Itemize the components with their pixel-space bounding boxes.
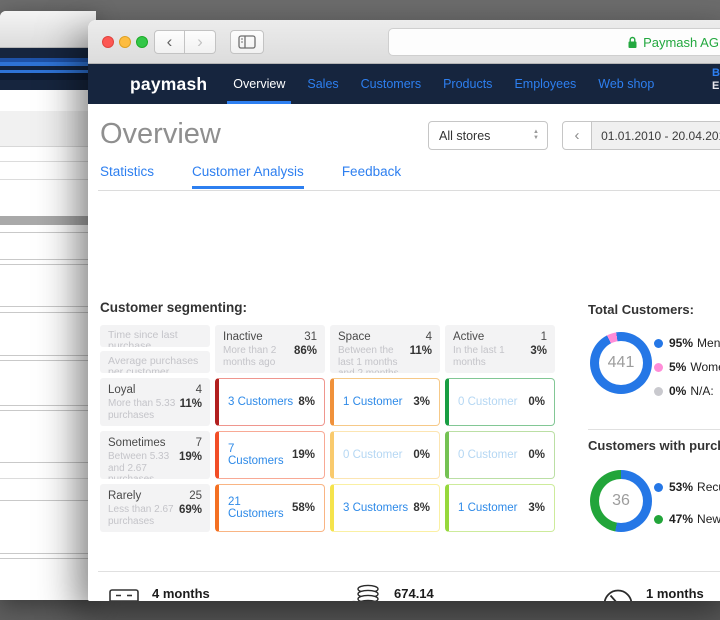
segmenting-title: Customer segmenting:	[100, 300, 248, 315]
col-header-active: Active In the last 1 months 1 3%	[445, 325, 555, 373]
close-window-button[interactable]	[102, 36, 114, 48]
address-bar[interactable]: Paymash AG	[388, 28, 720, 56]
nav-item-products[interactable]: Products	[443, 64, 492, 104]
cash-drawer-icon	[108, 588, 140, 601]
col-header-space: SpaceBetween the last 1 months and 2 mon…	[330, 325, 440, 373]
stat-time-between: 1 months Average time between purchases	[646, 586, 704, 601]
axis-label-time: Time since last purchase.	[100, 325, 210, 347]
matrix-corner: Time since last purchase. Average purcha…	[100, 325, 210, 373]
legend-men: 95% Men	[654, 336, 720, 350]
sidebar-icon	[238, 35, 256, 49]
total-customers-value: 441	[607, 354, 635, 371]
row-header-loyal: Loyal More than 5.33 purchases 4 11%	[100, 378, 210, 426]
women-dot-icon	[654, 362, 663, 372]
browser-back-button[interactable]: ‹	[154, 30, 185, 54]
segment-cell[interactable]: 7 Customers 19%	[215, 431, 325, 479]
legend-women: 5% Women	[654, 360, 720, 374]
total-customers-title: Total Customers:	[588, 302, 694, 317]
nav-right-truncated: B E	[712, 67, 720, 92]
tabs-divider	[98, 190, 720, 191]
lock-icon	[628, 36, 637, 48]
background-window-toolbar	[0, 11, 96, 48]
page-title: Overview	[100, 118, 221, 150]
col-header-inactive: Inactive More than 2 months ago 31 86%	[215, 325, 325, 373]
segment-cell[interactable]: 3 Customers 8%	[330, 484, 440, 532]
nav-item-sales[interactable]: Sales	[307, 64, 338, 104]
date-range-value[interactable]: 01.01.2010 - 20.04.2018	[592, 121, 720, 150]
store-filter-select[interactable]: All stores ▲ ▼	[428, 121, 548, 150]
legend-new: 47% New customers	[654, 512, 720, 526]
new-dot-icon	[654, 514, 663, 524]
sidebar-toggle-button[interactable]	[230, 30, 264, 54]
tab-feedback[interactable]: Feedback	[342, 164, 401, 188]
browser-chrome: ‹ › Paymash AG	[88, 20, 720, 64]
legend-na: 0% N/A:	[654, 384, 714, 398]
nav-item-employees[interactable]: Employees	[514, 64, 576, 104]
legend-recurring: 53% Recurring	[654, 480, 720, 494]
zoom-window-button[interactable]	[136, 36, 148, 48]
segment-cell[interactable]: 0 Customer 0%	[445, 431, 555, 479]
segment-cell[interactable]: 21 Customers 58%	[215, 484, 325, 532]
page-content: Overview All stores ▲ ▼ ‹ 01.01.2010 - 20…	[88, 104, 720, 601]
tab-statistics[interactable]: Statistics	[100, 164, 154, 188]
segment-cell[interactable]: 1 Customer 3%	[330, 378, 440, 426]
purchases-value: 36	[612, 492, 630, 509]
section-divider	[98, 571, 720, 572]
recurring-dot-icon	[654, 482, 663, 492]
browser-window: ‹ › Paymash AG paymash Overview Sales Cu…	[88, 20, 720, 601]
segment-cell[interactable]: 0 Customer 0%	[330, 431, 440, 479]
main-menu: Overview Sales Customers Products Employ…	[227, 64, 654, 104]
address-text: Paymash AG	[643, 34, 719, 50]
row-header-sometimes: SometimesBetween 5.33 and 2.67 purchases…	[100, 431, 210, 479]
select-stepper-icon: ▲ ▼	[533, 129, 539, 141]
row-header-rarely: Rarely Less than 2.67 purchases 25 69%	[100, 484, 210, 532]
minimize-window-button[interactable]	[119, 36, 131, 48]
subtabs: Statistics Customer Analysis Feedback	[100, 164, 401, 189]
browser-forward-button[interactable]: ›	[185, 30, 216, 54]
background-window-navbar	[0, 48, 96, 90]
store-filter-value: All stores	[439, 128, 491, 143]
axis-label-purchases: Average purchases per customer.	[100, 351, 210, 373]
segment-matrix: Time since last purchase. Average purcha…	[100, 325, 555, 532]
app-navbar: paymash Overview Sales Customers Product…	[88, 64, 720, 104]
stat-sales: 674.14 Average sales per customer	[394, 586, 434, 601]
clock-icon	[600, 586, 636, 601]
segment-cell[interactable]: 0 Customer 0%	[445, 378, 555, 426]
nav-item-webshop[interactable]: Web shop	[598, 64, 654, 104]
paymash-logo[interactable]: paymash	[130, 74, 207, 95]
nav-item-customers[interactable]: Customers	[361, 64, 421, 104]
na-dot-icon	[654, 386, 663, 396]
segment-cell[interactable]: 1 Customer 3%	[445, 484, 555, 532]
date-prev-button[interactable]: ‹	[562, 121, 592, 150]
purchases-donut: 36	[590, 470, 652, 532]
nav-item-overview[interactable]: Overview	[227, 64, 292, 104]
right-panel-divider	[588, 429, 720, 430]
date-range-picker: ‹ 01.01.2010 - 20.04.2018	[562, 121, 720, 150]
men-dot-icon	[654, 338, 663, 348]
segment-cell[interactable]: 3 Customers 8%	[215, 378, 325, 426]
total-customers-donut: 441	[590, 332, 652, 394]
tab-customer-analysis[interactable]: Customer Analysis	[192, 164, 304, 189]
purchases-title: Customers with purchases	[588, 438, 720, 453]
coins-icon	[342, 581, 384, 601]
stat-duration: 4 months Average duration per customer	[152, 586, 210, 601]
background-window[interactable]	[0, 11, 96, 600]
